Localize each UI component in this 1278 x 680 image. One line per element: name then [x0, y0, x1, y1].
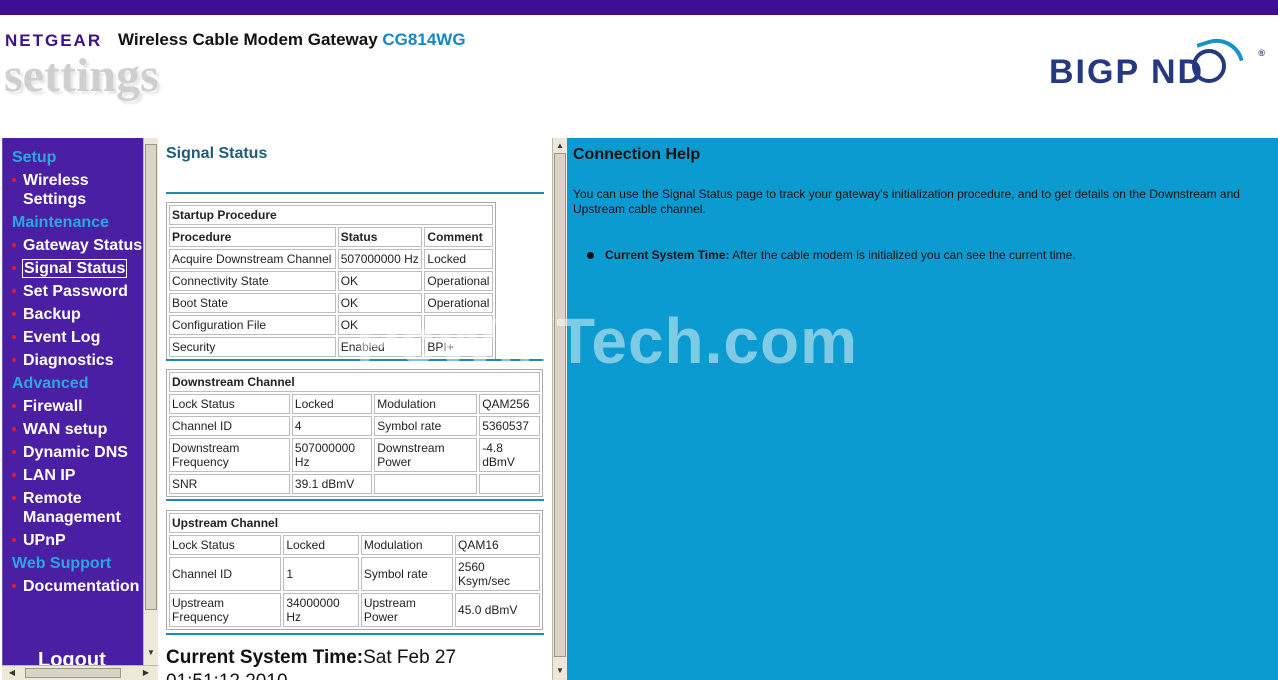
bullet-icon — [12, 584, 16, 588]
table-row: Connectivity State OK Operational — [169, 271, 493, 291]
bullet-icon — [12, 450, 16, 454]
bullet-icon — [12, 289, 16, 293]
sidebar-item-backup[interactable]: Backup — [12, 303, 143, 326]
bullet-icon — [12, 243, 16, 247]
scroll-left-arrow-icon[interactable]: ◀ — [6, 667, 18, 679]
sidebar-section-web-support: Web Support — [12, 555, 112, 572]
bullet-icon — [12, 538, 16, 542]
section-divider — [166, 633, 544, 635]
scroll-down-arrow-icon[interactable]: ▼ — [145, 647, 157, 659]
sidebar-section-setup: Setup — [12, 149, 57, 166]
table-row: SNR 39.1 dBmV — [169, 474, 540, 494]
table-row: Acquire Downstream Channel 507000000 Hz Lo… — [169, 249, 493, 269]
table-row: Lock Status Locked Modulation QAM256 — [169, 394, 540, 414]
sidebar-item-event-log[interactable]: Event Log — [12, 326, 143, 349]
sidebar-item-documentation[interactable]: Documentation — [12, 575, 143, 598]
table-header: Comment — [424, 227, 493, 247]
sidebar-item-signal-status[interactable]: Signal Status — [12, 257, 143, 280]
bullet-icon — [12, 335, 16, 339]
bullet-icon — [12, 496, 16, 500]
table-caption: Upstream Channel — [169, 513, 540, 533]
sidebar-menu: Setup Wireless Settings Maintenance Gate… — [2, 146, 143, 598]
bullet-icon — [587, 252, 594, 259]
sidebar-vertical-scrollbar[interactable]: ▼ — [143, 138, 158, 667]
sidebar-item-set-password[interactable]: Set Password — [12, 280, 143, 303]
sidebar-item-wireless-settings[interactable]: Wireless Settings — [12, 169, 143, 211]
section-divider — [166, 192, 544, 194]
main-vertical-scrollbar[interactable]: ▲ ▼ — [552, 138, 567, 680]
table-row: Downstream Frequency 507000000 Hz Downstre… — [169, 438, 540, 472]
help-bullet: Current System Time: After the cable mod… — [587, 248, 1265, 262]
sidebar-section-maintenance: Maintenance — [12, 214, 109, 231]
scroll-right-arrow-icon[interactable]: ▶ — [140, 667, 152, 679]
top-color-bar — [0, 0, 1278, 15]
bullet-icon — [12, 473, 16, 477]
sidebar-item-dynamic-dns[interactable]: Dynamic DNS — [12, 441, 143, 464]
bullet-icon — [12, 178, 16, 182]
help-description: You can use the Signal Status page to tr… — [573, 187, 1240, 216]
sidebar-item-firewall[interactable]: Firewall — [12, 395, 143, 418]
watermark: PcWinTech.com — [356, 305, 858, 377]
sidebar-item-lan-ip[interactable]: LAN IP — [12, 464, 143, 487]
scroll-up-arrow-icon[interactable]: ▲ — [554, 140, 566, 152]
table-row: Channel ID 1 Symbol rate 2560 Ksym/sec — [169, 557, 540, 591]
bullet-icon — [12, 358, 16, 362]
sidebar-vertical-scroll-thumb[interactable] — [145, 144, 157, 610]
table-row: Channel ID 4 Symbol rate 5360537 — [169, 416, 540, 436]
settings-graphic-text: settings — [4, 49, 159, 102]
bullet-icon — [12, 312, 16, 316]
model-number: CG814WG — [382, 30, 466, 49]
bigpond-logo: BIGP ND ® — [1049, 31, 1265, 93]
sidebar-horizontal-scroll-thumb[interactable] — [25, 668, 121, 678]
page-title: Signal Status — [166, 145, 268, 162]
header: NETGEAR Wireless Cable Modem Gateway CG8… — [0, 15, 1278, 133]
bullet-icon — [12, 266, 16, 270]
bullet-icon — [12, 404, 16, 408]
signal-status-panel: Signal Status Startup Procedure Procedur… — [158, 138, 552, 680]
sidebar-section-advanced: Advanced — [12, 375, 89, 392]
sidebar-item-wan-setup[interactable]: WAN setup — [12, 418, 143, 441]
upstream-channel-table: Upstream Channel Lock Status Locked Modula… — [166, 510, 543, 630]
table-header: Procedure — [169, 227, 336, 247]
table-row: Lock Status Locked Modulation QAM16 — [169, 535, 540, 555]
product-title: Wireless Cable Modem Gateway CG814WG — [118, 30, 466, 50]
product-name: Wireless Cable Modem Gateway — [118, 30, 378, 49]
help-title: Connection Help — [573, 146, 701, 163]
sidebar-item-gateway-status[interactable]: Gateway Status — [12, 234, 143, 257]
bullet-icon — [12, 427, 16, 431]
scroll-down-arrow-icon[interactable]: ▼ — [554, 665, 566, 677]
navigation-sidebar: Setup Wireless Settings Maintenance Gate… — [2, 138, 143, 680]
table-row: Upstream Frequency 34000000 Hz Upstream Po… — [169, 593, 540, 627]
section-divider — [166, 499, 544, 501]
sidebar-item-remote-management[interactable]: Remote Management — [12, 487, 143, 529]
main-scroll-thumb[interactable] — [554, 153, 566, 657]
downstream-channel-table: Downstream Channel Lock Status Locked Modu… — [166, 369, 543, 497]
connection-help-panel: Connection Help You can use the Signal S… — [567, 138, 1278, 680]
registered-mark-icon: ® — [1258, 48, 1267, 58]
table-header: Status — [337, 227, 423, 247]
sidebar-horizontal-scrollbar[interactable]: ◀ ▶ — [2, 665, 158, 680]
current-system-time: Current System Time:Sat Feb 27 01:51:12 … — [166, 647, 457, 680]
sidebar-item-upnp[interactable]: UPnP — [12, 529, 143, 552]
table-caption: Startup Procedure — [169, 205, 493, 225]
sidebar-item-diagnostics[interactable]: Diagnostics — [12, 349, 143, 372]
bigpond-wave-icon — [1196, 31, 1244, 73]
